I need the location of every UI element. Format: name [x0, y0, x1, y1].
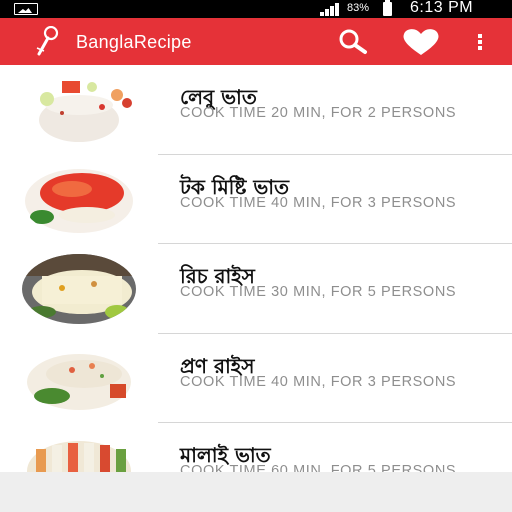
- recipe-description: COOK TIME 40 MIN, FOR 3 PERSONS: [180, 373, 457, 390]
- search-icon[interactable]: [334, 28, 370, 56]
- heart-icon[interactable]: [400, 28, 442, 56]
- recipe-row[interactable]: টক মিষ্টি ভাত COOK TIME 40 MIN, FOR 3 PE…: [0, 155, 512, 244]
- status-bar: 83% 6:13 PM: [0, 0, 512, 18]
- app-bar: BanglaRecipe: [0, 18, 512, 65]
- recipe-thumbnail: [22, 433, 136, 472]
- recipe-list[interactable]: লেবু ভাত COOK TIME 20 MIN, FOR 2 PERSONS…: [0, 65, 512, 472]
- signal-bars-icon: [320, 3, 342, 16]
- clock: 6:13 PM: [410, 0, 474, 16]
- recipe-thumbnail: [22, 164, 136, 235]
- recipe-description: COOK TIME 30 MIN, FOR 5 PERSONS: [180, 284, 457, 300]
- overflow-menu-icon[interactable]: [472, 28, 488, 56]
- spoon-icon: [36, 26, 59, 56]
- recipe-row[interactable]: লেবু ভাত COOK TIME 20 MIN, FOR 2 PERSONS: [0, 65, 512, 155]
- recipe-row[interactable]: মালাই ভাত COOK TIME 60 MIN, FOR 5 PERSON…: [0, 423, 512, 472]
- recipe-description: COOK TIME 60 MIN, FOR 5 PERSONS: [180, 463, 457, 473]
- recipe-description: COOK TIME 40 MIN, FOR 3 PERSONS: [180, 194, 457, 211]
- picture-icon: [14, 3, 38, 15]
- recipe-thumbnail: [22, 343, 136, 414]
- recipe-row[interactable]: রিচ রাইস COOK TIME 30 MIN, FOR 5 PERSONS: [0, 244, 512, 334]
- recipe-description: COOK TIME 20 MIN, FOR 2 PERSONS: [180, 105, 457, 121]
- recipe-thumbnail: [22, 75, 136, 145]
- app-title: BanglaRecipe: [76, 32, 192, 52]
- battery-icon: [383, 0, 392, 16]
- battery-percent: 83%: [347, 2, 370, 14]
- bottom-bar: [0, 472, 512, 512]
- recipe-row[interactable]: প্রণ রাইস COOK TIME 40 MIN, FOR 3 PERSON…: [0, 334, 512, 423]
- recipe-thumbnail: [22, 254, 136, 324]
